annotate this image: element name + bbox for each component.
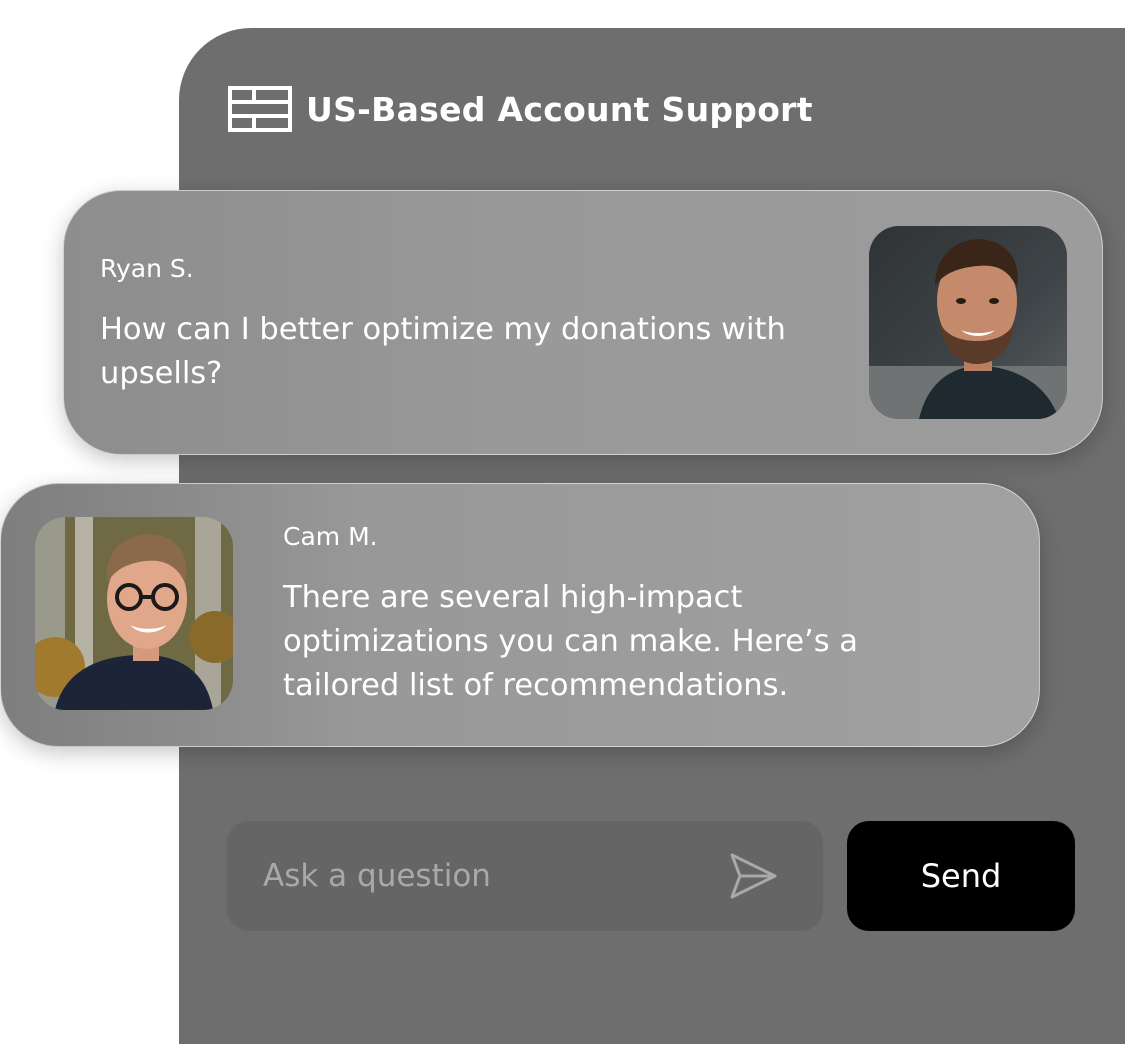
panel-header: US-Based Account Support — [228, 84, 813, 134]
chat-message-ryan: Ryan S. How can I better optimize my don… — [63, 190, 1103, 455]
message-sender: Cam M. — [283, 522, 378, 551]
avatar — [869, 226, 1067, 419]
send-button[interactable]: Send — [847, 821, 1075, 931]
message-sender: Ryan S. — [100, 254, 194, 283]
message-text: How can I better optimize my donations w… — [100, 312, 786, 391]
panel-title: US-Based Account Support — [306, 89, 813, 129]
paper-plane-icon[interactable] — [727, 851, 779, 901]
dashboard-layout-icon — [228, 86, 292, 132]
avatar — [35, 517, 233, 710]
question-input-container — [227, 821, 823, 931]
message-text: There are several high-impact optimizati… — [283, 580, 859, 703]
support-widget: US-Based Account Support Ryan S. How can… — [0, 0, 1125, 1044]
chat-message-cam: Cam M. There are several high-impact opt… — [0, 483, 1040, 747]
question-input[interactable] — [263, 821, 723, 931]
